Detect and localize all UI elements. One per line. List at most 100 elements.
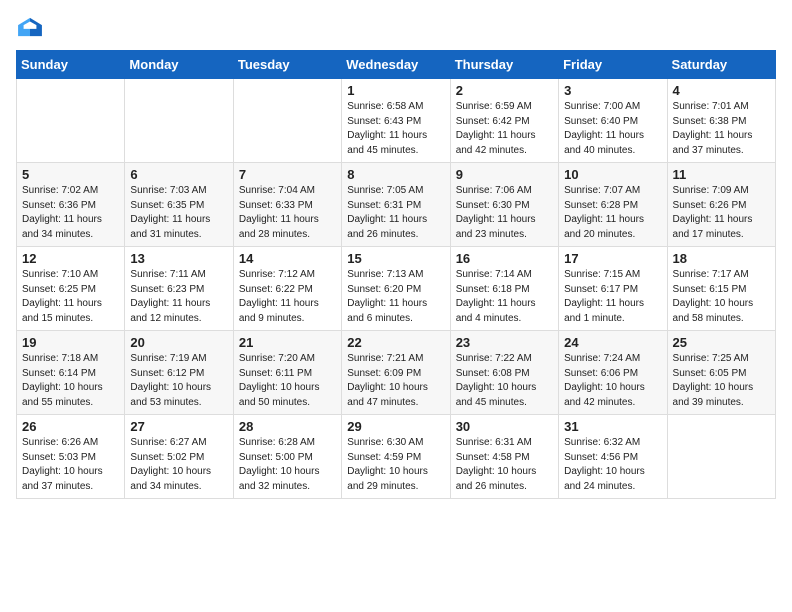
logo (16, 16, 48, 38)
day-number: 31 (564, 419, 661, 434)
day-number: 15 (347, 251, 444, 266)
calendar-day-cell: 30Sunrise: 6:31 AM Sunset: 4:58 PM Dayli… (450, 415, 558, 499)
day-info: Sunrise: 7:25 AM Sunset: 6:05 PM Dayligh… (673, 352, 770, 410)
calendar-day-cell: 19 Sunrise: 7:18 AM Sunset: 6:14 PM Dayli… (17, 331, 125, 415)
day-info: Sunrise: 7:15 AM Sunset: 6:17 PM Dayligh… (564, 268, 661, 326)
calendar-header-row: SundayMondayTuesdayWednesdayThursdayFrid… (17, 51, 776, 79)
day-info: Sunrise: 7:13 AM Sunset: 6:20 PM Dayligh… (347, 268, 444, 326)
day-number: 23 (456, 335, 553, 350)
day-info: Sunrise: 7:12 AM Sunset: 6:22 PM Dayligh… (239, 268, 336, 326)
day-info: Sunrise: 6:27 AM Sunset: 5:02 PM Dayligh… (130, 436, 227, 494)
calendar-day-cell: 21Sunrise: 7:20 AM Sunset: 6:11 PM Dayli… (233, 331, 341, 415)
day-of-week-header: Sunday (17, 51, 125, 79)
calendar-day-cell: 17 Sunrise: 7:15 AM Sunset: 6:17 PM Dayli… (559, 247, 667, 331)
day-number: 27 (130, 419, 227, 434)
page-header (16, 16, 776, 38)
day-of-week-header: Friday (559, 51, 667, 79)
calendar-day-cell: 1 Sunrise: 6:58 AM Sunset: 6:43 PM Daylig… (342, 79, 450, 163)
day-info: Sunrise: 7:24 AM Sunset: 6:06 PM Dayligh… (564, 352, 661, 410)
day-number: 7 (239, 167, 336, 182)
calendar-day-cell (667, 415, 775, 499)
calendar-day-cell: 6Sunrise: 7:03 AM Sunset: 6:35 PM Daylig… (125, 163, 233, 247)
day-number: 1 (347, 83, 444, 98)
day-info: Sunrise: 7:21 AM Sunset: 6:09 PM Dayligh… (347, 352, 444, 410)
day-number: 21 (239, 335, 336, 350)
day-info: Sunrise: 7:22 AM Sunset: 6:08 PM Dayligh… (456, 352, 553, 410)
calendar-day-cell: 20Sunrise: 7:19 AM Sunset: 6:12 PM Dayli… (125, 331, 233, 415)
day-number: 30 (456, 419, 553, 434)
day-info: Sunrise: 7:00 AM Sunset: 6:40 PM Dayligh… (564, 100, 661, 158)
calendar-day-cell: 7Sunrise: 7:04 AM Sunset: 6:33 PM Daylig… (233, 163, 341, 247)
calendar-week-row: 12 Sunrise: 7:10 AM Sunset: 6:25 PM Dayli… (17, 247, 776, 331)
calendar-day-cell (233, 79, 341, 163)
day-info: Sunrise: 6:30 AM Sunset: 4:59 PM Dayligh… (347, 436, 444, 494)
calendar-table: SundayMondayTuesdayWednesdayThursdayFrid… (16, 50, 776, 499)
day-info: Sunrise: 7:17 AM Sunset: 6:15 PM Dayligh… (673, 268, 770, 326)
day-info: Sunrise: 7:09 AM Sunset: 6:26 PM Dayligh… (673, 184, 770, 242)
day-number: 5 (22, 167, 119, 182)
calendar-day-cell: 18 Sunrise: 7:17 AM Sunset: 6:15 PM Dayli… (667, 247, 775, 331)
calendar-day-cell: 8 Sunrise: 7:05 AM Sunset: 6:31 PM Daylig… (342, 163, 450, 247)
day-number: 29 (347, 419, 444, 434)
day-info: Sunrise: 6:28 AM Sunset: 5:00 PM Dayligh… (239, 436, 336, 494)
day-of-week-header: Wednesday (342, 51, 450, 79)
day-info: Sunrise: 7:01 AM Sunset: 6:38 PM Dayligh… (673, 100, 770, 158)
calendar-day-cell: 14 Sunrise: 7:12 AM Sunset: 6:22 PM Dayli… (233, 247, 341, 331)
calendar-day-cell: 15 Sunrise: 7:13 AM Sunset: 6:20 PM Dayli… (342, 247, 450, 331)
calendar-day-cell (17, 79, 125, 163)
calendar-day-cell: 4 Sunrise: 7:01 AM Sunset: 6:38 PM Daylig… (667, 79, 775, 163)
day-number: 3 (564, 83, 661, 98)
calendar-day-cell: 27 Sunrise: 6:27 AM Sunset: 5:02 PM Dayli… (125, 415, 233, 499)
calendar-day-cell: 3 Sunrise: 7:00 AM Sunset: 6:40 PM Daylig… (559, 79, 667, 163)
day-number: 6 (130, 167, 227, 182)
day-number: 10 (564, 167, 661, 182)
calendar-day-cell: 16 Sunrise: 7:14 AM Sunset: 6:18 PM Dayli… (450, 247, 558, 331)
day-number: 18 (673, 251, 770, 266)
calendar-day-cell: 31 Sunrise: 6:32 AM Sunset: 4:56 PM Dayli… (559, 415, 667, 499)
day-info: Sunrise: 6:32 AM Sunset: 4:56 PM Dayligh… (564, 436, 661, 494)
day-info: Sunrise: 7:07 AM Sunset: 6:28 PM Dayligh… (564, 184, 661, 242)
day-info: Sunrise: 6:58 AM Sunset: 6:43 PM Dayligh… (347, 100, 444, 158)
day-number: 19 (22, 335, 119, 350)
day-info: Sunrise: 6:59 AM Sunset: 6:42 PM Dayligh… (456, 100, 553, 158)
day-info: Sunrise: 7:11 AM Sunset: 6:23 PM Dayligh… (130, 268, 227, 326)
calendar-week-row: 1 Sunrise: 6:58 AM Sunset: 6:43 PM Daylig… (17, 79, 776, 163)
calendar-day-cell: 11 Sunrise: 7:09 AM Sunset: 6:26 PM Dayli… (667, 163, 775, 247)
day-number: 11 (673, 167, 770, 182)
day-of-week-header: Saturday (667, 51, 775, 79)
day-number: 26 (22, 419, 119, 434)
day-number: 14 (239, 251, 336, 266)
day-number: 9 (456, 167, 553, 182)
calendar-week-row: 19 Sunrise: 7:18 AM Sunset: 6:14 PM Dayli… (17, 331, 776, 415)
day-info: Sunrise: 7:19 AM Sunset: 6:12 PM Dayligh… (130, 352, 227, 410)
day-info: Sunrise: 7:18 AM Sunset: 6:14 PM Dayligh… (22, 352, 119, 410)
day-info: Sunrise: 7:14 AM Sunset: 6:18 PM Dayligh… (456, 268, 553, 326)
day-number: 12 (22, 251, 119, 266)
day-of-week-header: Thursday (450, 51, 558, 79)
day-of-week-header: Monday (125, 51, 233, 79)
day-info: Sunrise: 7:06 AM Sunset: 6:30 PM Dayligh… (456, 184, 553, 242)
day-number: 16 (456, 251, 553, 266)
calendar-week-row: 5 Sunrise: 7:02 AM Sunset: 6:36 PM Daylig… (17, 163, 776, 247)
calendar-day-cell: 28Sunrise: 6:28 AM Sunset: 5:00 PM Dayli… (233, 415, 341, 499)
calendar-day-cell (125, 79, 233, 163)
day-number: 2 (456, 83, 553, 98)
day-number: 24 (564, 335, 661, 350)
calendar-day-cell: 13 Sunrise: 7:11 AM Sunset: 6:23 PM Dayli… (125, 247, 233, 331)
day-number: 22 (347, 335, 444, 350)
calendar-day-cell: 22 Sunrise: 7:21 AM Sunset: 6:09 PM Dayli… (342, 331, 450, 415)
calendar-day-cell: 10 Sunrise: 7:07 AM Sunset: 6:28 PM Dayli… (559, 163, 667, 247)
logo-icon (16, 16, 44, 38)
calendar-day-cell: 23 Sunrise: 7:22 AM Sunset: 6:08 PM Dayli… (450, 331, 558, 415)
day-info: Sunrise: 7:05 AM Sunset: 6:31 PM Dayligh… (347, 184, 444, 242)
day-number: 17 (564, 251, 661, 266)
day-number: 4 (673, 83, 770, 98)
calendar-day-cell: 26Sunrise: 6:26 AM Sunset: 5:03 PM Dayli… (17, 415, 125, 499)
calendar-day-cell: 5 Sunrise: 7:02 AM Sunset: 6:36 PM Daylig… (17, 163, 125, 247)
day-number: 25 (673, 335, 770, 350)
day-of-week-header: Tuesday (233, 51, 341, 79)
day-info: Sunrise: 7:10 AM Sunset: 6:25 PM Dayligh… (22, 268, 119, 326)
day-number: 13 (130, 251, 227, 266)
day-info: Sunrise: 7:02 AM Sunset: 6:36 PM Dayligh… (22, 184, 119, 242)
day-number: 8 (347, 167, 444, 182)
